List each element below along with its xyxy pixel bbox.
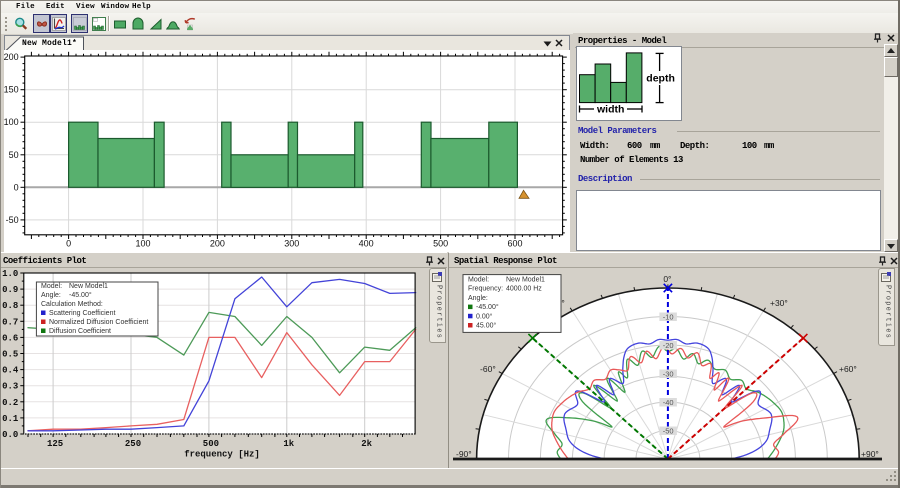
- svg-text:400: 400: [359, 238, 374, 248]
- svg-text:width: width: [596, 104, 624, 116]
- svg-text:0.4: 0.4: [2, 366, 19, 376]
- svg-text:-60°: -60°: [480, 364, 496, 374]
- svg-text:Angle:: Angle:: [41, 292, 61, 299]
- svg-text:Scattering Coefficient: Scattering Coefficient: [49, 310, 115, 317]
- svg-text:1k: 1k: [283, 439, 294, 449]
- svg-text:2k: 2k: [361, 439, 372, 449]
- svg-text:frequency [Hz]: frequency [Hz]: [184, 450, 260, 460]
- svg-text:depth: depth: [646, 73, 675, 85]
- svg-text:Model:: Model:: [468, 277, 489, 284]
- svg-text:-30: -30: [663, 370, 674, 379]
- svg-text:New Model1: New Model1: [506, 277, 545, 284]
- svg-text:-50: -50: [6, 215, 19, 225]
- svg-text:0: 0: [66, 238, 71, 248]
- svg-text:200: 200: [210, 238, 225, 248]
- svg-text:600: 600: [507, 238, 522, 248]
- svg-text:50: 50: [9, 150, 19, 160]
- svg-text:-20: -20: [663, 341, 674, 350]
- svg-text:0.3: 0.3: [2, 382, 18, 392]
- svg-text:-10: -10: [663, 313, 674, 322]
- svg-text:+30°: +30°: [770, 298, 788, 308]
- svg-text:100: 100: [135, 238, 150, 248]
- svg-text:0.00°: 0.00°: [476, 312, 493, 320]
- svg-text:4000.00 Hz: 4000.00 Hz: [506, 286, 542, 293]
- svg-text:0.8: 0.8: [2, 301, 18, 311]
- svg-text:Model:: Model:: [41, 283, 62, 290]
- svg-text:-50: -50: [663, 427, 674, 436]
- svg-text:Calculation Method:: Calculation Method:: [41, 301, 103, 308]
- svg-text:Diffusion Coefficient: Diffusion Coefficient: [49, 328, 111, 335]
- svg-text:300: 300: [284, 238, 299, 248]
- svg-text:500: 500: [203, 439, 219, 449]
- svg-text:150: 150: [4, 85, 19, 95]
- svg-text:+60°: +60°: [839, 364, 857, 374]
- svg-text:-45.00°: -45.00°: [69, 291, 92, 299]
- svg-text:500: 500: [433, 238, 448, 248]
- svg-text:0.0: 0.0: [2, 430, 18, 440]
- svg-text:Angle:: Angle:: [468, 295, 488, 302]
- svg-text:New Model1: New Model1: [69, 283, 108, 290]
- svg-text:-40: -40: [663, 398, 674, 407]
- svg-text:0.9: 0.9: [2, 285, 18, 295]
- svg-text:125: 125: [47, 439, 63, 449]
- svg-text:Normalized Diffusion Coefficie: Normalized Diffusion Coefficient: [49, 319, 148, 326]
- svg-text:Frequency:: Frequency:: [468, 286, 503, 293]
- svg-text:0: 0: [14, 182, 19, 192]
- svg-text:200: 200: [4, 52, 19, 62]
- svg-text:0.2: 0.2: [2, 398, 18, 408]
- svg-text:-90°: -90°: [456, 449, 472, 459]
- svg-text:0°: 0°: [663, 274, 671, 284]
- svg-text:-45.00°: -45.00°: [476, 303, 499, 311]
- svg-text:0.1: 0.1: [2, 414, 19, 424]
- svg-text:0.5: 0.5: [2, 350, 18, 360]
- svg-text:+90°: +90°: [861, 449, 879, 459]
- svg-text:100: 100: [4, 117, 19, 127]
- svg-text:45.00°: 45.00°: [476, 322, 497, 330]
- svg-text:250: 250: [125, 439, 141, 449]
- svg-text:0.7: 0.7: [2, 317, 18, 327]
- svg-text:0.6: 0.6: [2, 333, 18, 343]
- svg-text:1.0: 1.0: [2, 269, 18, 279]
